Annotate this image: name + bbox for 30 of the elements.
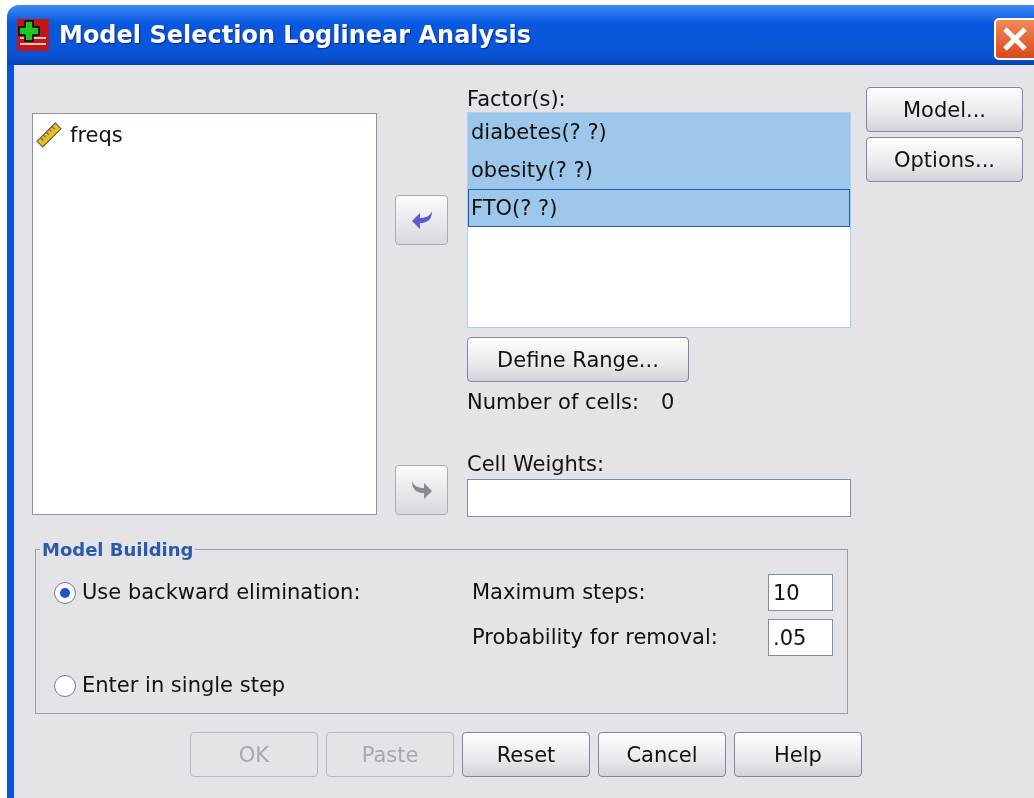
define-range-button[interactable]: Define Range... [467,337,689,382]
number-field[interactable]: 10 [768,574,833,611]
factor-item[interactable]: FTO(? ?) [468,189,850,227]
number-field[interactable]: .05 [768,619,833,656]
factor-item[interactable]: obesity(? ?) [468,151,850,189]
right-arrow-icon [409,479,434,501]
number-of-cells-label: Number of cells: [467,390,640,415]
dialog-button[interactable]: Reset [462,732,590,777]
variable-item[interactable]: freqs [36,118,373,152]
factor-item[interactable]: diabetes(? ?) [468,113,850,151]
dialog-button[interactable]: Cancel [598,732,726,777]
cell-weights-field[interactable] [467,479,851,517]
side-button[interactable]: Model... [866,87,1023,132]
radio-button[interactable] [54,674,76,697]
cell-weights-label: Cell Weights: [467,452,605,477]
dialog-button[interactable]: Help [734,732,862,777]
group-title: Model Building [41,539,195,560]
radio-button[interactable] [54,581,76,604]
field-label: Probability for removal: [472,625,718,650]
radio-label: Use backward elimination: [82,580,361,605]
number-of-cells-value: 0 [661,390,675,415]
side-button[interactable]: Options... [866,137,1023,182]
radio-label: Enter in single step [82,673,286,698]
field-label: Maximum steps: [472,580,646,605]
app-icon [17,19,49,51]
move-button[interactable] [395,195,448,245]
close-icon [1002,26,1028,52]
factors-label: Factor(s): [467,87,566,112]
window-title: Model Selection Loglinear Analysis [59,21,532,49]
close-button[interactable] [994,18,1034,60]
